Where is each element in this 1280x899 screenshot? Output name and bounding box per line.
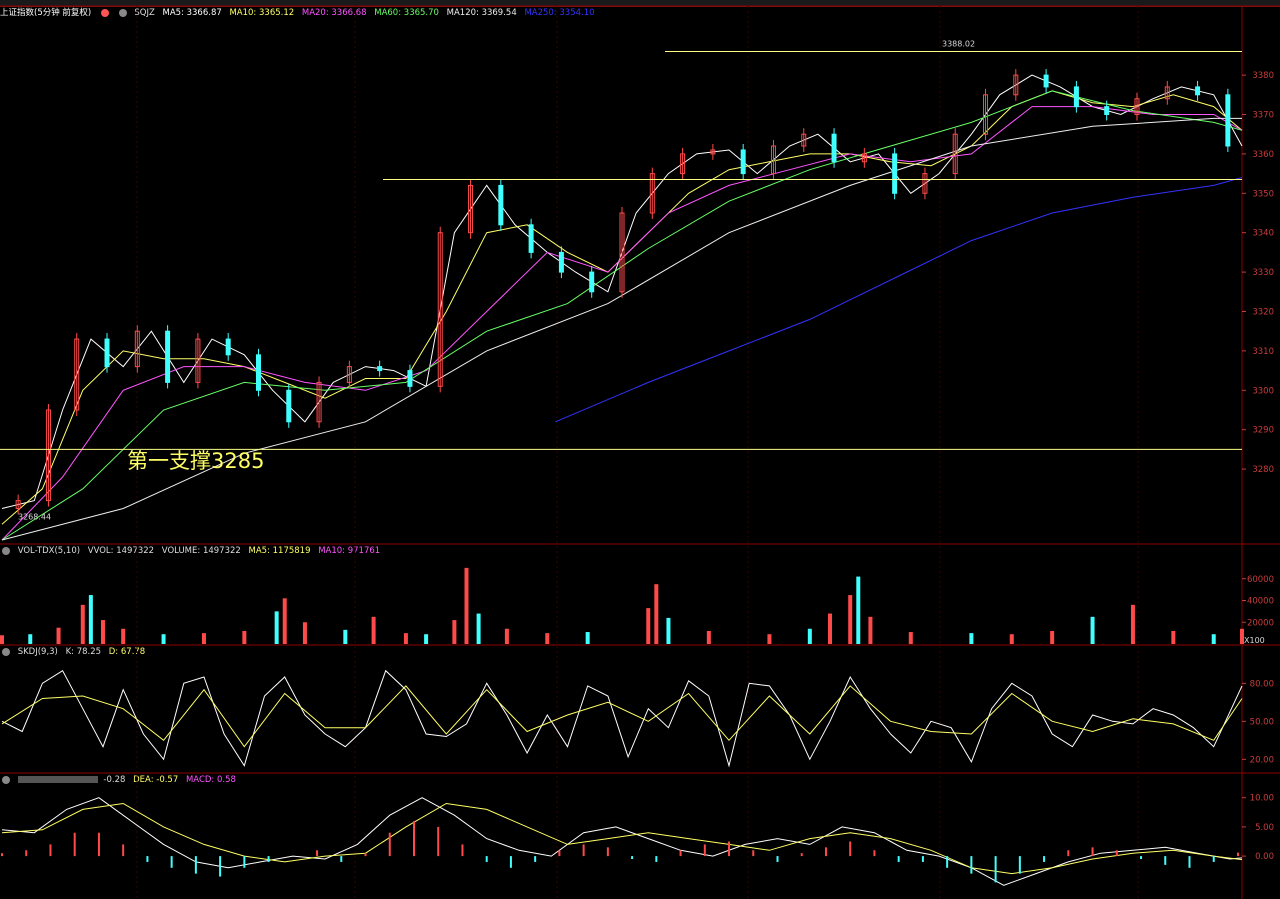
candlestick bbox=[1073, 86, 1079, 108]
y-tick-label: 0.00 bbox=[1255, 852, 1274, 862]
volume-bar bbox=[476, 613, 481, 644]
volume-bar bbox=[121, 628, 126, 644]
series-line-dea bbox=[1, 802, 1243, 875]
volume-bar bbox=[969, 633, 974, 644]
y-tick-label: 50.00 bbox=[1250, 717, 1274, 727]
volume-bar bbox=[28, 634, 33, 644]
y-tick-label: 3340 bbox=[1252, 229, 1274, 239]
y-tick-label: 3280 bbox=[1252, 465, 1274, 475]
y-tick-label: 3350 bbox=[1252, 189, 1274, 199]
candlestick bbox=[740, 149, 746, 175]
candlestick bbox=[104, 338, 110, 368]
candlestick bbox=[286, 389, 292, 423]
y-tick-label: 3370 bbox=[1252, 110, 1274, 120]
y-tick-label: 3320 bbox=[1252, 307, 1274, 317]
volume-bar bbox=[1171, 630, 1176, 644]
volume-bar bbox=[88, 595, 93, 644]
volume-bar bbox=[343, 629, 348, 644]
candlestick bbox=[831, 133, 837, 163]
volume-bar bbox=[504, 628, 509, 644]
candlestick bbox=[1195, 86, 1201, 96]
y-tick-label: 3330 bbox=[1252, 268, 1274, 278]
volume-bar bbox=[100, 620, 105, 644]
vol-unit-label: X100 bbox=[1244, 636, 1265, 645]
volume-bar bbox=[56, 627, 61, 644]
volume-bar bbox=[424, 634, 429, 644]
series-line-dif bbox=[1, 797, 1243, 886]
volume-bar bbox=[654, 584, 659, 644]
y-tick-label: 20.00 bbox=[1250, 755, 1274, 765]
volume-bar bbox=[452, 620, 457, 644]
volume-bar bbox=[666, 617, 671, 644]
volume-bar bbox=[848, 595, 853, 644]
candlestick bbox=[1043, 74, 1049, 88]
volume-bar bbox=[1009, 634, 1014, 644]
y-tick-label: 3360 bbox=[1252, 150, 1274, 160]
candlestick bbox=[255, 354, 261, 391]
volume-bar bbox=[282, 598, 287, 644]
volume-bar bbox=[646, 608, 651, 644]
volume-bar bbox=[1090, 616, 1095, 644]
y-tick-label: 3300 bbox=[1252, 386, 1274, 396]
volume-bar bbox=[302, 622, 307, 644]
y-tick-label: 3290 bbox=[1252, 426, 1274, 436]
candlestick bbox=[165, 330, 171, 383]
volume-bar bbox=[242, 630, 247, 644]
y-tick-label: 3310 bbox=[1252, 347, 1274, 357]
candlestick bbox=[377, 366, 383, 372]
series-line-ma250 bbox=[555, 177, 1243, 423]
volume-bar bbox=[403, 633, 408, 644]
volume-bar bbox=[1050, 630, 1055, 644]
y-tick-label: 10.00 bbox=[1250, 794, 1274, 804]
volume-bar bbox=[1130, 604, 1135, 644]
volume-bar bbox=[908, 632, 913, 644]
candlestick bbox=[225, 338, 231, 356]
volume-bar bbox=[807, 628, 812, 644]
y-tick-label: 5.00 bbox=[1255, 823, 1274, 833]
series-line-ma120 bbox=[1, 117, 1242, 541]
high-annotation: 3388.02 bbox=[942, 40, 975, 49]
volume-bar bbox=[545, 633, 550, 644]
candlestick bbox=[407, 370, 413, 387]
y-tick-label: 80.00 bbox=[1250, 679, 1274, 689]
candlestick bbox=[589, 271, 595, 293]
volume-bar bbox=[161, 634, 166, 644]
candlestick bbox=[498, 184, 504, 226]
y-tick-label: 20000 bbox=[1247, 618, 1274, 628]
candlestick bbox=[528, 224, 534, 253]
candlestick bbox=[1104, 106, 1110, 115]
series-line-k bbox=[1, 669, 1243, 768]
volume-bar bbox=[585, 632, 590, 644]
low-annotation: 3268.44 bbox=[18, 512, 51, 521]
candlestick bbox=[1225, 94, 1231, 147]
volume-bar bbox=[80, 604, 85, 644]
y-tick-label: 40000 bbox=[1247, 597, 1274, 607]
y-tick-label: 60000 bbox=[1247, 575, 1274, 585]
volume-bar bbox=[1211, 634, 1216, 644]
volume-bar bbox=[706, 630, 711, 644]
volume-bar bbox=[767, 634, 772, 644]
support-callout: 第一支撑3285 bbox=[127, 449, 265, 473]
volume-bar bbox=[464, 567, 469, 644]
volume-bar bbox=[0, 635, 4, 644]
volume-bar bbox=[868, 616, 873, 644]
volume-bar bbox=[828, 613, 833, 644]
volume-bar bbox=[371, 616, 376, 644]
y-tick-label: 3380 bbox=[1252, 71, 1274, 81]
volume-bar bbox=[856, 576, 861, 644]
volume-bar bbox=[274, 611, 279, 644]
volume-bar bbox=[201, 633, 206, 644]
candlestick bbox=[558, 251, 564, 273]
candlestick bbox=[892, 153, 898, 194]
